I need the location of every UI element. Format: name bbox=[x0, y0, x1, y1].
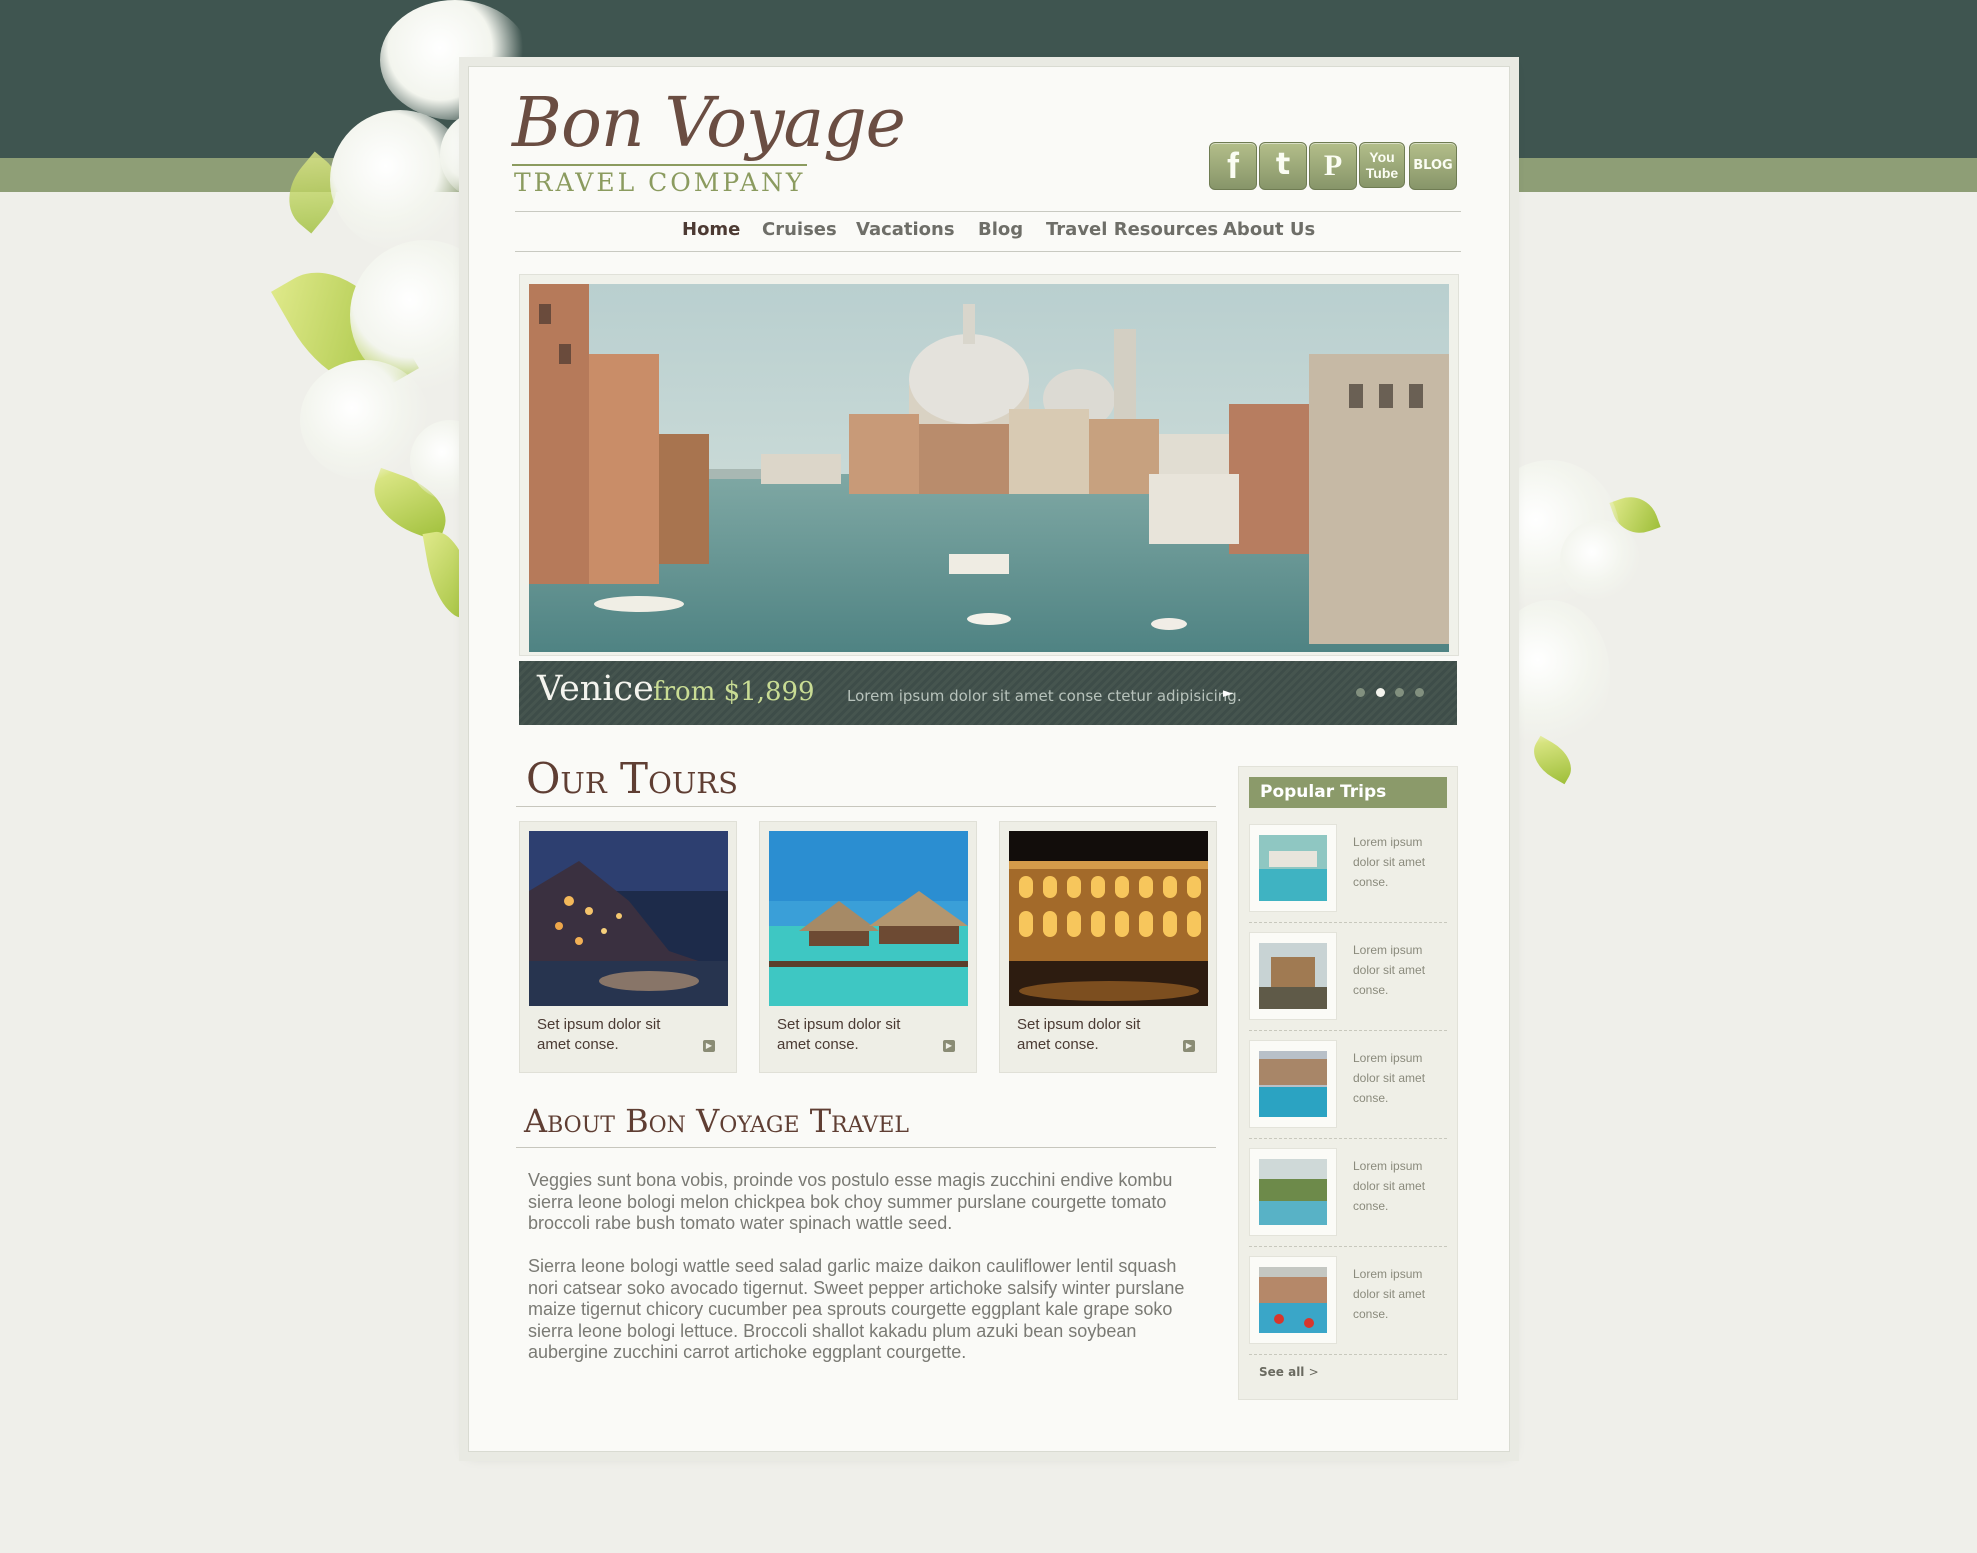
popular-trip-item[interactable]: Lorem ipsum dolor sit amet conse. bbox=[1249, 1246, 1447, 1355]
slide-dot-1[interactable] bbox=[1356, 688, 1365, 697]
popular-trips-sidebar: Popular Trips Lorem ipsum dolor sit amet… bbox=[1238, 766, 1458, 1400]
tour-image-cliff-village bbox=[529, 831, 728, 1006]
slide-dot-4[interactable] bbox=[1415, 688, 1424, 697]
trip-thumbnail bbox=[1249, 1148, 1337, 1236]
logo-tagline: TRAVEL COMPANY bbox=[514, 168, 806, 197]
popular-trip-item[interactable]: Lorem ipsum dolor sit amet conse. bbox=[1249, 922, 1447, 1031]
tour-image-bungalows bbox=[769, 831, 968, 1006]
trip-thumbnail bbox=[1249, 932, 1337, 1020]
nav-bottom-rule bbox=[515, 251, 1461, 252]
trip-text: Lorem ipsum dolor sit amet conse. bbox=[1353, 835, 1426, 889]
trip-text: Lorem ipsum dolor sit amet conse. bbox=[1353, 1267, 1426, 1321]
trip-thumbnail bbox=[1249, 1040, 1337, 1128]
about-heading-rule bbox=[516, 1147, 1216, 1148]
about-paragraph-1: Veggies sunt bona vobis, proinde vos pos… bbox=[528, 1170, 1173, 1233]
nav-vacations[interactable]: Vacations bbox=[856, 219, 955, 240]
nav-about-us[interactable]: About Us bbox=[1223, 219, 1315, 240]
tours-heading-rule bbox=[516, 806, 1216, 807]
nav-home[interactable]: Home bbox=[682, 219, 740, 240]
nav-blog[interactable]: Blog bbox=[978, 219, 1023, 240]
trip-text: Lorem ipsum dolor sit amet conse. bbox=[1353, 1159, 1426, 1213]
tour-text: Set ipsum dolor sit amet conse. bbox=[537, 1016, 661, 1053]
blog-icon[interactable]: BLOG bbox=[1409, 142, 1457, 190]
slide-dot-3[interactable] bbox=[1395, 688, 1404, 697]
tour-image-colosseum bbox=[1009, 831, 1208, 1006]
facebook-icon[interactable]: f bbox=[1209, 142, 1257, 190]
trip-thumbnail bbox=[1249, 1256, 1337, 1344]
play-arrow-icon[interactable]: ▶ bbox=[1183, 1040, 1195, 1052]
logo-divider bbox=[512, 164, 807, 166]
see-all-label: See all bbox=[1259, 1365, 1305, 1379]
tour-card[interactable]: Set ipsum dolor sit amet conse. ▶ bbox=[999, 821, 1217, 1073]
nav-travel-resources[interactable]: Travel Resources bbox=[1046, 219, 1218, 240]
hero-slider[interactable] bbox=[519, 274, 1459, 656]
chevron-right-icon: > bbox=[1308, 1365, 1319, 1379]
tour-text: Set ipsum dolor sit amet conse. bbox=[1017, 1016, 1141, 1053]
about-paragraph-2: Sierra leone bologi wattle seed salad ga… bbox=[528, 1256, 1185, 1362]
sidebar-title: Popular Trips bbox=[1249, 777, 1447, 808]
hero-city: Venice bbox=[537, 669, 654, 709]
play-arrow-icon[interactable]: ▶ bbox=[943, 1040, 955, 1052]
about-heading: About Bon Voyage Travel bbox=[524, 1102, 909, 1140]
play-arrow-icon[interactable]: ▶ bbox=[703, 1040, 715, 1052]
popular-trip-item[interactable]: Lorem ipsum dolor sit amet conse. bbox=[1249, 1030, 1447, 1139]
twitter-icon[interactable]: t bbox=[1259, 142, 1307, 190]
tour-card[interactable]: Set ipsum dolor sit amet conse. ▶ bbox=[519, 821, 737, 1073]
tours-heading: Our Tours bbox=[526, 754, 738, 803]
caret-right-icon[interactable]: ► bbox=[1223, 686, 1233, 701]
slide-dot-2[interactable] bbox=[1376, 688, 1385, 697]
trip-thumbnail bbox=[1249, 824, 1337, 912]
main-nav: Home Cruises Vacations Blog Travel Resou… bbox=[515, 211, 1461, 251]
hero-price: from $1,899 bbox=[653, 677, 815, 707]
trip-text: Lorem ipsum dolor sit amet conse. bbox=[1353, 943, 1426, 997]
hero-description[interactable]: Lorem ipsum dolor sit amet conse ctetur … bbox=[847, 687, 1242, 705]
pinterest-icon[interactable]: P bbox=[1309, 142, 1357, 190]
logo-wordmark: Bon Voyage bbox=[512, 84, 906, 163]
trip-text: Lorem ipsum dolor sit amet conse. bbox=[1353, 1051, 1426, 1105]
hero-image-venice bbox=[529, 284, 1449, 652]
see-all-link[interactable]: See all > bbox=[1259, 1365, 1319, 1379]
tour-text: Set ipsum dolor sit amet conse. bbox=[777, 1016, 901, 1053]
site-logo[interactable]: Bon Voyage TRAVEL COMPANY bbox=[512, 84, 906, 198]
tour-card[interactable]: Set ipsum dolor sit amet conse. ▶ bbox=[759, 821, 977, 1073]
popular-trip-item[interactable]: Lorem ipsum dolor sit amet conse. bbox=[1249, 1138, 1447, 1247]
youtube-icon[interactable]: You Tube bbox=[1359, 142, 1405, 188]
nav-cruises[interactable]: Cruises bbox=[762, 219, 837, 240]
popular-trip-item[interactable]: Lorem ipsum dolor sit amet conse. bbox=[1249, 814, 1447, 923]
hero-caption: Venice from $1,899 Lorem ipsum dolor sit… bbox=[519, 661, 1457, 725]
